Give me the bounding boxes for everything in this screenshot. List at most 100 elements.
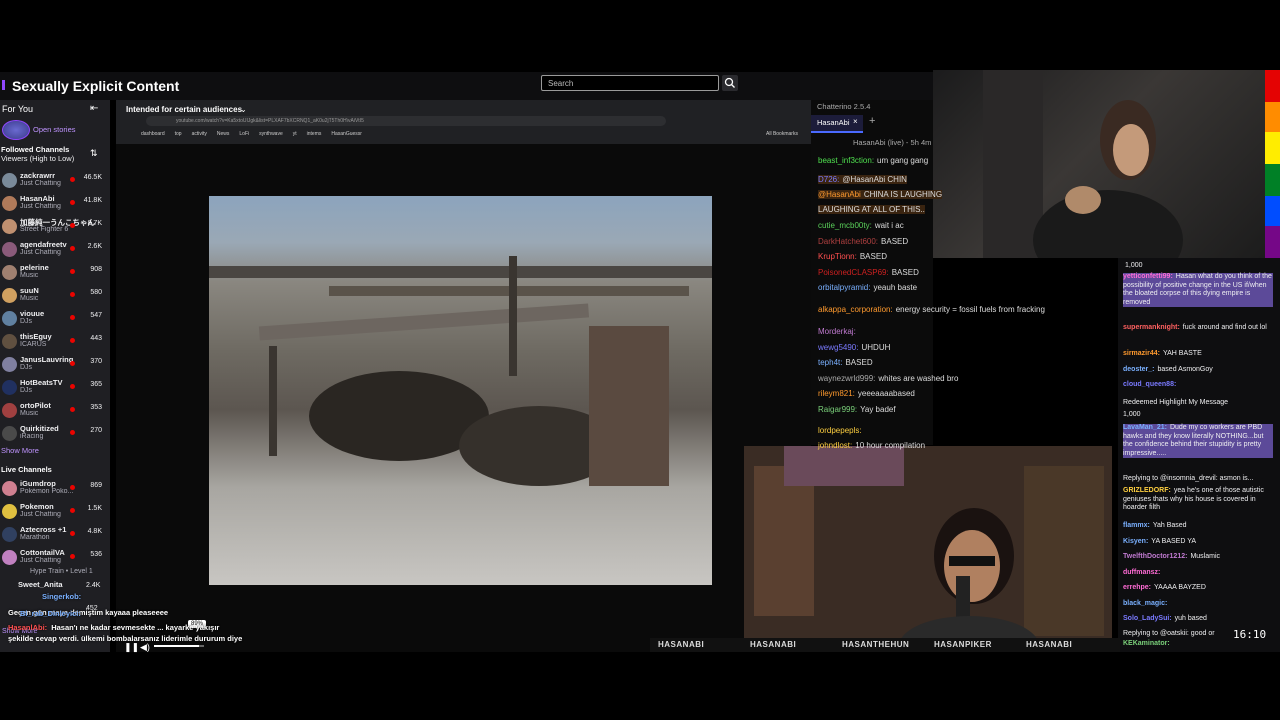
bookmark-item[interactable]: HasanGuessr <box>331 131 362 137</box>
chat-username[interactable]: Solo_LadySui: <box>1123 615 1172 622</box>
live-dot-icon <box>70 223 75 228</box>
chat-username[interactable]: rileym821: <box>818 389 855 398</box>
stories-avatar[interactable] <box>2 120 30 140</box>
chat-username[interactable]: errehpe: <box>1123 584 1151 591</box>
chat-username[interactable]: teph4t: <box>818 358 842 367</box>
chat-username[interactable]: KEKaminator: <box>1123 640 1170 647</box>
collapse-sidebar-icon[interactable]: ⇤ <box>90 103 98 114</box>
live-item[interactable]: CottontailVA Just Chatting 536 <box>0 547 110 569</box>
chat-username[interactable]: TwelfthDoctor1212: <box>1123 553 1187 560</box>
chat-text: energy security = fossil fuels from frac… <box>895 305 1045 314</box>
search-button[interactable] <box>722 75 738 91</box>
peek-channel[interactable]: Sweet_Anita <box>18 580 63 589</box>
volume-slider[interactable] <box>154 645 204 647</box>
followed-item[interactable]: ortoPilot Music 353 <box>0 400 110 422</box>
chat-username[interactable]: beast_inf3ction: <box>818 156 874 165</box>
live-item[interactable]: iGumdrop Pokémon Poko... 869 <box>0 478 110 500</box>
chat-username[interactable]: GRIZLEDORF: <box>1123 487 1171 494</box>
chat-username[interactable]: alkappa_corporation: <box>818 305 893 314</box>
chat-text: CHINA IS LAUGHING <box>863 190 943 199</box>
bookmark-item[interactable]: top <box>175 131 182 137</box>
bookmark-item[interactable]: synthwave <box>259 131 283 137</box>
chat-text: um gang gang <box>877 156 929 165</box>
bookmark-item[interactable]: dashboard <box>141 131 165 137</box>
channel-name: pelerine <box>20 263 49 272</box>
chat-username[interactable]: flammx: <box>1123 522 1150 529</box>
twitch-chat-message: TwelfthDoctor1212: Muslamic <box>1123 553 1273 562</box>
chat-username[interactable]: sirmazir44: <box>1123 350 1160 357</box>
chat-username[interactable]: Morderkaj: <box>818 327 856 336</box>
live-item[interactable]: Pokemon Just Chatting 1.5K <box>0 501 110 523</box>
chat-username[interactable]: D726: <box>818 175 839 184</box>
chat-username[interactable]: PoisonedCLASP69: <box>818 268 889 277</box>
channel-name: HasanAbi <box>20 194 55 203</box>
chatterino-message: teph4t: BASED <box>818 358 873 367</box>
chat-text: BASED <box>859 252 887 261</box>
chat-text: Muslamic <box>1190 553 1220 560</box>
channel-name: Aztecross +1 <box>20 525 67 534</box>
bookmark-item[interactable]: News <box>217 131 230 137</box>
chatterino-message: DarkHatchet600: BASED <box>818 237 908 246</box>
tab-hasanabi[interactable]: HasanAbi × <box>811 115 863 133</box>
followed-show-more[interactable]: Show More <box>1 446 39 455</box>
twitch-chat-message: cloud_queen88: <box>1123 381 1273 390</box>
avatar <box>2 265 17 280</box>
viewer-count: 536 <box>90 551 102 558</box>
chat-username[interactable]: cutie_mcb00ty: <box>818 221 872 230</box>
followed-item[interactable]: HasanAbi Just Chatting 41.8K <box>0 193 110 215</box>
live-heading: Live Channels <box>1 465 52 474</box>
live-dot-icon <box>70 177 75 182</box>
followed-item[interactable]: suuN Music 580 <box>0 285 110 307</box>
followed-item[interactable]: Quirkitized iRacing 270 <box>0 423 110 445</box>
viewer-count: 580 <box>90 289 102 296</box>
chatterino-message: D726: @HasanAbi CHIN <box>818 175 907 184</box>
live-item[interactable]: Aztecross +1 Marathon 4.8K <box>0 524 110 546</box>
followed-item[interactable]: thisEguy ICARUS 443 <box>0 331 110 353</box>
chat-username[interactable]: duffmansz: <box>1123 569 1160 576</box>
chat-username[interactable]: lordpepepls: <box>818 426 862 435</box>
bookmark-item[interactable]: LoFi <box>239 131 249 137</box>
chat-username[interactable]: yetticonfetti99: <box>1123 273 1173 280</box>
chat-username[interactable]: KrupTionn: <box>818 252 857 261</box>
channel-name: Quirkitized <box>20 424 59 433</box>
overlay-chat-user: Bl_rab_Dinleyici: <box>20 609 81 618</box>
followed-item[interactable]: agendafreetv Just Chatting 2.6K <box>0 239 110 261</box>
address-bar[interactable]: youtube.com/watch?v=Ka5xtoUIJgk&list=PLX… <box>146 116 666 126</box>
followed-item[interactable]: HotBeatsTV DJs 365 <box>0 377 110 399</box>
chat-username[interactable]: DarkHatchet600: <box>818 237 878 246</box>
chat-username[interactable]: orbitalpyramid: <box>818 283 870 292</box>
close-icon[interactable]: × <box>853 117 858 126</box>
chat-username[interactable]: deoster_: <box>1123 366 1155 373</box>
avatar <box>2 288 17 303</box>
chat-username[interactable]: cloud_queen88: <box>1123 381 1176 388</box>
chat-username[interactable]: johndlost: <box>818 441 852 450</box>
sort-icon[interactable]: ⇅ <box>90 148 98 159</box>
followed-item[interactable]: zackrawrr Just Chatting 46.5K <box>0 170 110 192</box>
followed-item[interactable]: viouue DJs 547 <box>0 308 110 330</box>
chat-username[interactable]: Raigar999: <box>818 405 857 414</box>
followed-item[interactable]: JanusLauvring DJs 370 <box>0 354 110 376</box>
chat-username[interactable]: @HasanAbi <box>818 190 861 199</box>
chevron-down-icon[interactable]: ⌄ <box>240 105 247 114</box>
chat-username[interactable]: wewg5490: <box>818 343 858 352</box>
chat-text: 1,000 <box>1123 411 1141 418</box>
add-tab-icon[interactable]: + <box>869 115 875 127</box>
pause-icon[interactable]: ❚❚ <box>124 642 139 653</box>
followed-item[interactable]: pelerine Music 908 <box>0 262 110 284</box>
search-input[interactable]: Search <box>541 75 719 91</box>
followed-item[interactable]: 加藤純一うんこちゃん Street Fighter 6 8.7K <box>0 216 110 238</box>
all-bookmarks[interactable]: All Bookmarks <box>766 131 798 137</box>
bookmark-item[interactable]: yt <box>293 131 297 137</box>
chat-username[interactable]: black_magic: <box>1123 600 1167 607</box>
chat-username[interactable]: LavaMan_21: <box>1123 424 1167 431</box>
chat-username[interactable]: supermanknight: <box>1123 324 1180 331</box>
avatar <box>2 196 17 211</box>
bookmark-item[interactable]: intems <box>307 131 322 137</box>
chat-username[interactable]: waynezwrld999: <box>818 374 875 383</box>
volume-icon[interactable]: ◀) <box>140 642 150 653</box>
highlight-cost: 1,000 <box>1125 262 1143 269</box>
bookmark-item[interactable]: activity <box>192 131 207 137</box>
open-stories-link[interactable]: Open stories <box>33 125 76 134</box>
chat-username[interactable]: Kisyen: <box>1123 538 1148 545</box>
twitch-chat-message: LavaMan_21: Dude my co workers are PBD ha… <box>1123 424 1273 458</box>
